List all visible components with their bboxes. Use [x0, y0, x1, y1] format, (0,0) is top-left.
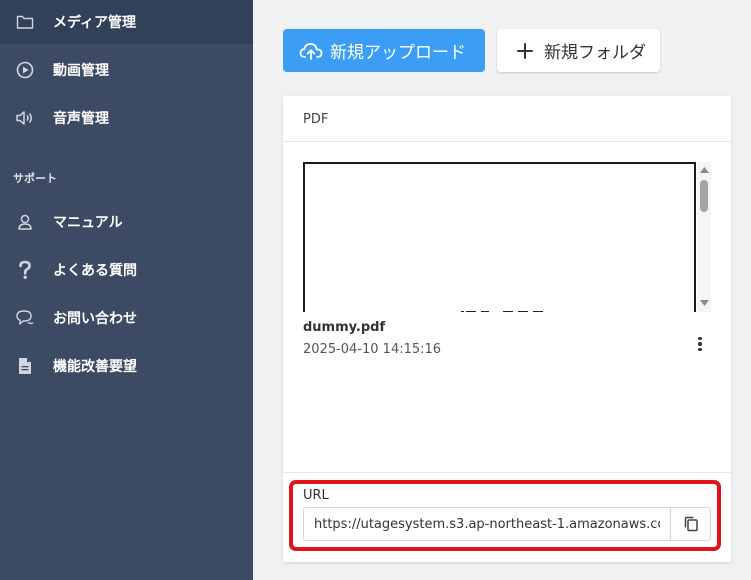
- pdf-preview[interactable]: [303, 162, 696, 312]
- new-folder-label: 新規フォルダ: [544, 43, 646, 63]
- sidebar-item-contact[interactable]: お問い合わせ: [0, 296, 253, 340]
- folder-icon: [15, 12, 35, 32]
- scroll-thumb[interactable]: [700, 180, 708, 212]
- file-date: 2025-04-10 14:15:16: [303, 342, 442, 357]
- sidebar-item-audio[interactable]: 音声管理: [0, 96, 253, 140]
- question-icon: [15, 260, 35, 280]
- card-divider: [283, 472, 731, 473]
- sidebar-item-faq[interactable]: よくある質問: [0, 248, 253, 292]
- sidebar-item-label: 音声管理: [53, 111, 109, 127]
- speaker-icon: [15, 108, 35, 128]
- copy-icon: [683, 516, 699, 532]
- preview-scrollbar[interactable]: [697, 162, 711, 312]
- more-options-icon[interactable]: [691, 334, 709, 354]
- url-label: URL: [303, 488, 329, 503]
- sidebar-item-label: 動画管理: [53, 63, 109, 79]
- new-upload-button[interactable]: 新規アップロード: [283, 29, 485, 72]
- pdf-preview-text-fragment: [461, 311, 543, 312]
- sidebar-item-label: 機能改善要望: [53, 359, 137, 375]
- media-card: PDF dummy.pdf 2025-04-10 14:15:16 URL: [283, 96, 731, 562]
- sidebar-item-label: よくある質問: [53, 263, 137, 279]
- card-title: PDF: [303, 112, 329, 127]
- play-circle-icon: [15, 60, 35, 80]
- scroll-up-arrow-icon[interactable]: [699, 165, 709, 175]
- url-input[interactable]: [303, 507, 671, 541]
- sidebar: メディア管理 動画管理 音声管理 サポート マニュアル よくある質問 お問い合わ…: [0, 0, 253, 580]
- sidebar-item-media[interactable]: メディア管理: [0, 0, 253, 44]
- sidebar-item-manual[interactable]: マニュアル: [0, 200, 253, 244]
- sidebar-section-title: サポート: [13, 172, 57, 185]
- sidebar-item-label: マニュアル: [53, 215, 123, 231]
- file-name: dummy.pdf: [303, 320, 386, 335]
- plus-icon: [513, 39, 537, 63]
- sidebar-item-label: メディア管理: [53, 15, 137, 31]
- new-upload-label: 新規アップロード: [330, 43, 466, 63]
- cloud-upload-icon: [299, 39, 323, 63]
- document-icon: [15, 356, 35, 376]
- card-header: PDF: [283, 96, 731, 142]
- sidebar-item-video[interactable]: 動画管理: [0, 48, 253, 92]
- copy-url-button[interactable]: [670, 507, 711, 541]
- user-icon: [15, 212, 35, 232]
- sidebar-item-label: お問い合わせ: [53, 311, 137, 327]
- sidebar-item-feature-request[interactable]: 機能改善要望: [0, 344, 253, 388]
- scroll-down-arrow-icon[interactable]: [699, 298, 709, 308]
- new-folder-button[interactable]: 新規フォルダ: [497, 29, 660, 72]
- chat-icon: [15, 308, 35, 328]
